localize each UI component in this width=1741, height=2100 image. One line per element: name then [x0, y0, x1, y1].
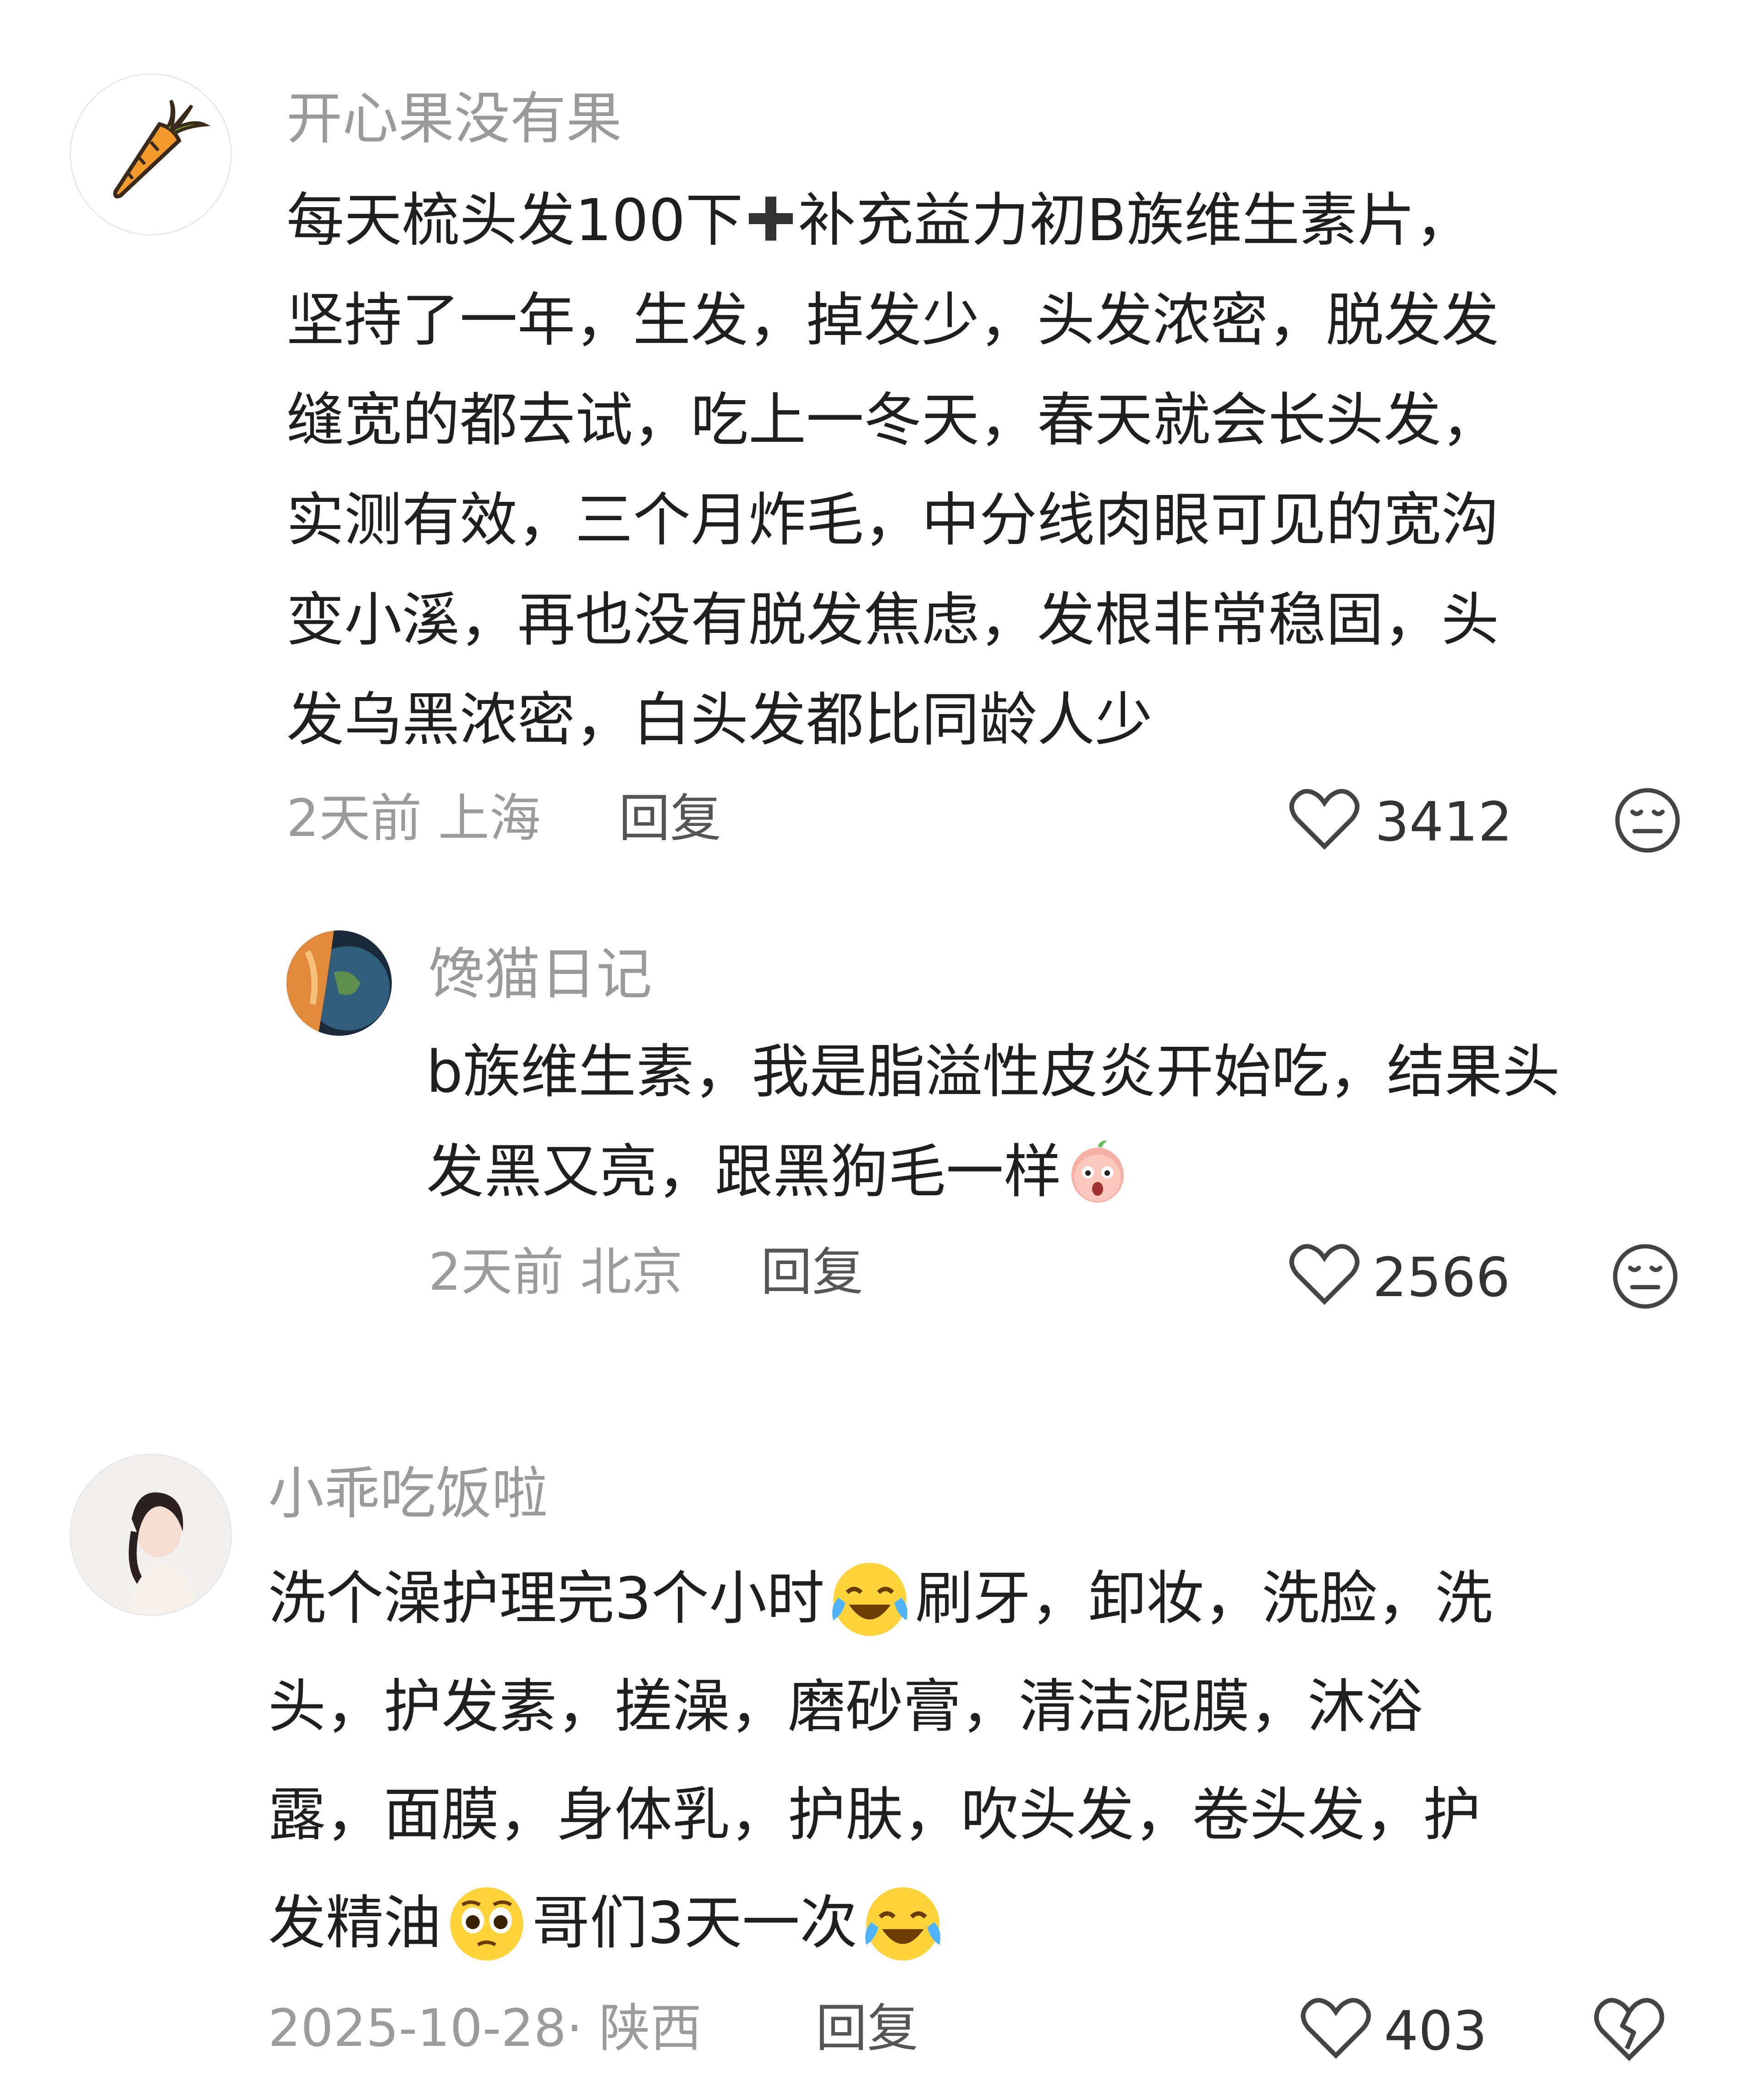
crying-laughing-emoji-icon: [826, 1554, 913, 1641]
avatar[interactable]: [70, 73, 232, 236]
dislike-button[interactable]: [1611, 1242, 1680, 1311]
comment-line: 露，面膜，身体乳，护肤，吹头发，卷头发，护: [268, 1781, 1481, 1848]
reply-avatar[interactable]: [286, 930, 392, 1036]
like-count: 403: [1384, 1999, 1488, 2062]
comment-line: 坚持了一年，生发，掉发少，头发浓密，脱发发: [286, 286, 1499, 354]
comment-line: 变小溪，再也没有脱发焦虑，发根非常稳固，头: [286, 586, 1499, 654]
reply-text: b族维生素，我是脂溢性皮炎开始吃，结果头 发黑又亮，跟黑狗毛一样: [426, 1022, 1560, 1222]
comment-line: 发乌黑浓密，白头发都比同龄人少: [286, 686, 1153, 753]
avatar[interactable]: [70, 1454, 232, 1616]
heart-icon: [1301, 1998, 1371, 2059]
meh-face-icon: [1613, 1244, 1678, 1309]
comment-username[interactable]: 开心果没有果: [286, 91, 622, 147]
crying-laughing-emoji-icon: [859, 1879, 946, 1966]
reply-line: 发黑又亮，跟黑狗毛一样: [426, 1122, 1560, 1222]
surprised-peach-emoji-icon: [1063, 1137, 1132, 1205]
plus-icon: [748, 197, 793, 241]
like-button[interactable]: [1288, 1240, 1361, 1308]
comment-line: 头，护发素，搓澡，磨砂膏，清洁泥膜，沐浴: [268, 1673, 1423, 1740]
like-count: 2566: [1373, 1246, 1510, 1309]
reply-line: b族维生素，我是脂溢性皮炎开始吃，结果头: [426, 1038, 1560, 1105]
girl-photo-icon: [71, 1455, 231, 1615]
comment-time-location: 2天前 上海: [286, 789, 541, 848]
like-button[interactable]: [1288, 785, 1361, 853]
dislike-button[interactable]: [1613, 786, 1682, 855]
reply-button[interactable]: 回复: [619, 793, 721, 844]
dislike-button[interactable]: [1593, 1991, 1666, 2065]
comment-date-location: 2025-10-28· 陕西: [268, 1999, 702, 2058]
comment-line: 洗个澡护理完3个小时 刷牙，卸妆，洗脸，洗: [268, 1545, 1493, 1653]
like-button[interactable]: [1299, 1994, 1373, 2062]
comment-text: 洗个澡护理完3个小时 刷牙，卸妆，洗脸，洗 头，护发素，搓澡，磨砂膏，清洁泥膜，沐…: [268, 1545, 1493, 1977]
comment-line: 缝宽的都去试，吃上一冬天，春天就会长头发，: [286, 386, 1499, 454]
reply-button[interactable]: 回复: [761, 1247, 863, 1298]
reply-username[interactable]: 馋猫日记: [428, 946, 652, 1002]
meh-face-icon: [1615, 788, 1680, 853]
comment-line: 发精油 哥们3天一次: [268, 1869, 1493, 1977]
reply-button[interactable]: 回复: [816, 2003, 918, 2054]
comment-text: 每天梳头发100下 补充益力初B族维生素片， 坚持了一年，生发，掉发少，头发浓密，…: [286, 170, 1499, 770]
reply-time-location: 2天前 北京: [428, 1242, 683, 1302]
heart-icon: [1289, 789, 1360, 850]
heart-icon: [1289, 1244, 1360, 1305]
comment-line: 实测有效，三个月炸毛，中分线肉眼可见的宽沟: [286, 486, 1499, 554]
like-count: 3412: [1375, 790, 1513, 853]
cat-earth-icon: [286, 930, 392, 1036]
comment-username[interactable]: 小乖吃饭啦: [268, 1466, 548, 1522]
carrot-icon: [71, 75, 231, 234]
broken-heart-icon: [1594, 1998, 1664, 2062]
pleading-emoji-icon: [443, 1879, 530, 1966]
comment-line: 每天梳头发100下 补充益力初B族维生素片，: [286, 187, 1473, 254]
